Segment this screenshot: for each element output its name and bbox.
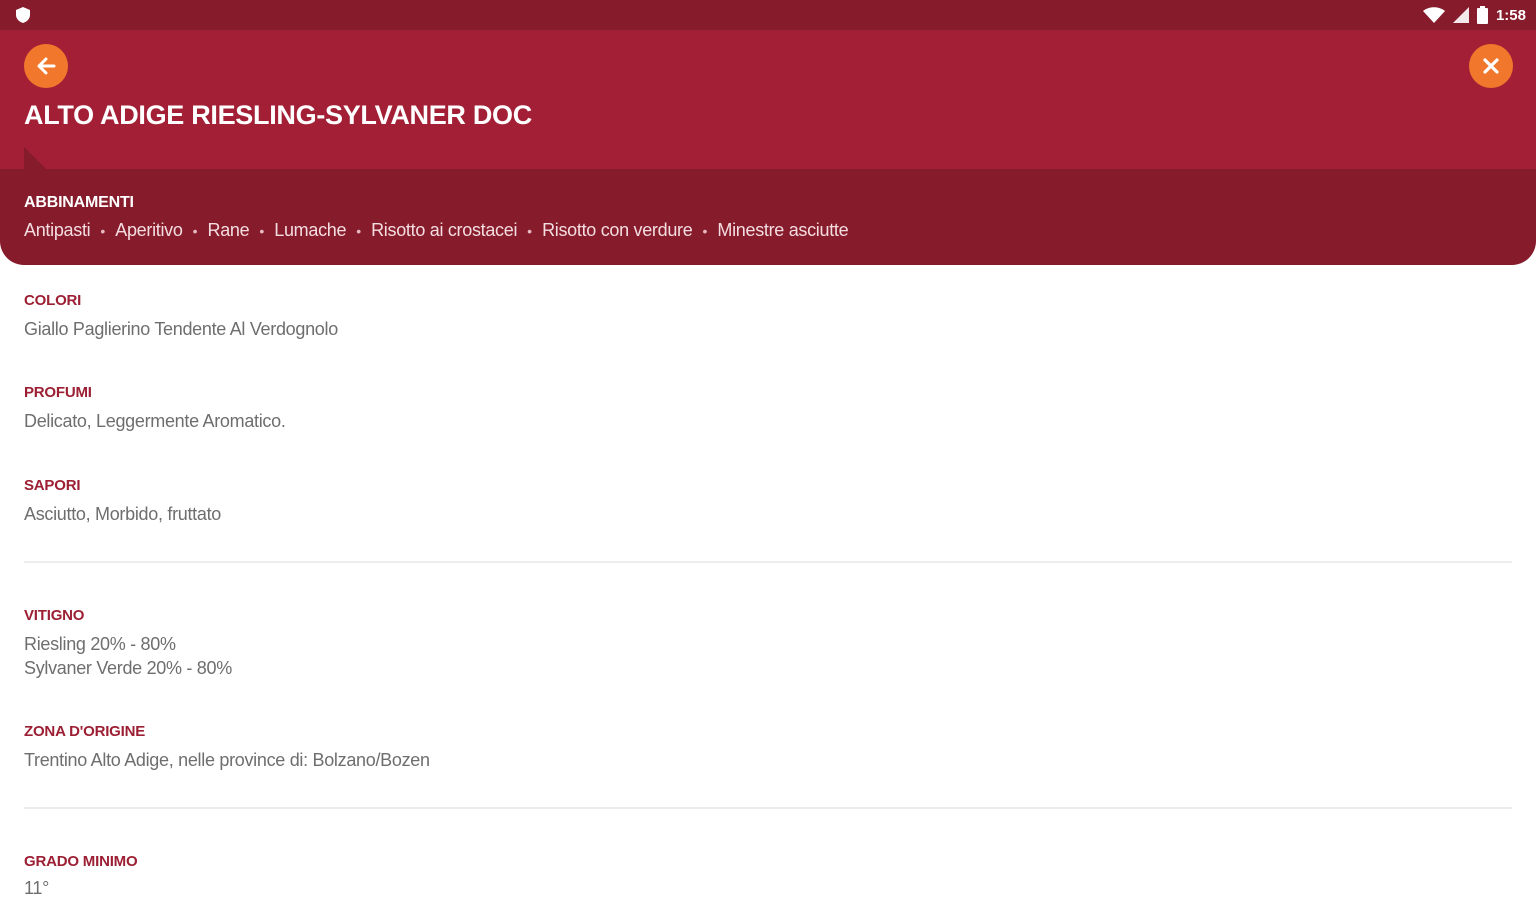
colori-value: Giallo Paglierino Tendente Al Verdognolo: [24, 319, 338, 339]
pairings-panel: ABBINAMENTI Antipasti • Aperitivo • Rane…: [0, 169, 1536, 265]
section-divider: [24, 561, 1512, 563]
signal-icon: [1452, 7, 1469, 23]
sapori-value: Asciutto, Morbido, fruttato: [24, 504, 221, 524]
battery-icon: [1476, 6, 1488, 24]
pairing-separator: •: [527, 222, 533, 239]
pairings-label: ABBINAMENTI: [24, 194, 134, 211]
zona-label: ZONA D'ORIGINE: [24, 723, 146, 740]
wifi-icon: [1422, 7, 1445, 23]
grado-label: GRADO MINIMO: [24, 853, 138, 870]
pairing-item[interactable]: Risotto con verdure: [542, 220, 693, 241]
pairing-item[interactable]: Lumache: [274, 220, 346, 241]
status-bar: 1:58: [0, 0, 1536, 30]
zona-value: Trentino Alto Adige, nelle province di: …: [24, 750, 430, 770]
header-notch: [24, 147, 46, 169]
profumi-label: PROFUMI: [24, 384, 92, 401]
grado-value: 11°: [24, 878, 49, 898]
pairings-list: Antipasti • Aperitivo • Rane • Lumache •…: [24, 220, 849, 241]
pairing-item[interactable]: Antipasti: [24, 220, 91, 241]
pairing-separator: •: [100, 222, 106, 239]
pairing-separator: •: [356, 222, 362, 239]
arrow-left-icon: [37, 57, 56, 75]
status-icons: 1:58: [1422, 5, 1526, 25]
pairing-item[interactable]: Risotto ai crostacei: [371, 220, 517, 241]
pairing-separator: •: [192, 222, 198, 239]
close-icon: [1483, 58, 1499, 74]
pairing-separator: •: [259, 222, 265, 239]
vitigno-label: VITIGNO: [24, 607, 85, 624]
close-button[interactable]: [1469, 44, 1513, 88]
pairing-item[interactable]: Minestre asciutte: [717, 220, 848, 241]
section-divider: [24, 807, 1512, 809]
page-title: ALTO ADIGE RIESLING-SYLVANER DOC: [24, 100, 532, 130]
shield-icon: [16, 7, 30, 23]
profumi-value: Delicato, Leggermente Aromatico.: [24, 411, 286, 431]
colori-label: COLORI: [24, 292, 82, 309]
vitigno-value-1: Riesling 20% - 80%: [24, 634, 176, 654]
back-button[interactable]: [24, 44, 68, 88]
pairing-separator: •: [702, 222, 708, 239]
status-time: 1:58: [1495, 6, 1526, 24]
app-header: ALTO ADIGE RIESLING-SYLVANER DOC: [0, 30, 1536, 169]
pairing-item[interactable]: Aperitivo: [115, 220, 183, 241]
vitigno-value-2: Sylvaner Verde 20% - 80%: [24, 658, 232, 678]
pairing-item[interactable]: Rane: [208, 220, 250, 241]
sapori-label: SAPORI: [24, 477, 81, 494]
